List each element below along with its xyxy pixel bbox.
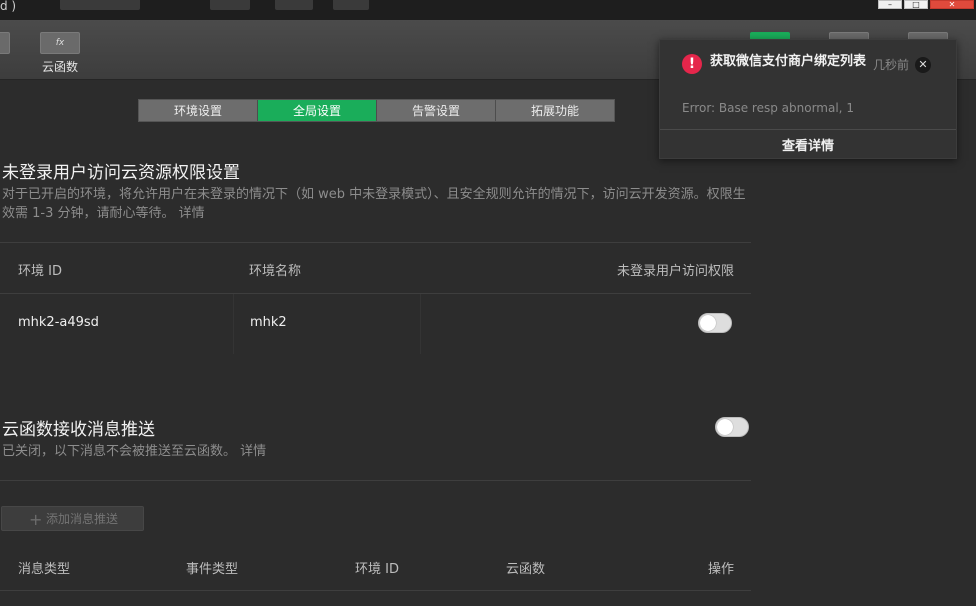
column-header-cloud-function: 云函数	[506, 562, 546, 577]
column-header-event-type: 事件类型	[186, 562, 239, 577]
push-section-title: 云函数接收消息推送	[2, 420, 155, 440]
tab-environment-settings[interactable]: 环境设置	[139, 100, 258, 121]
unauth-section-title: 未登录用户访问云资源权限设置	[2, 163, 240, 183]
unauth-section-desc: 对于已开启的环境，将允许用户在未登录的情况下（如 web 中未登录模式）、且安全…	[2, 185, 752, 223]
unauth-desc-line2: 效需 1-3 分钟，请耐心等待。	[2, 206, 175, 221]
push-detail-link[interactable]: 详情	[240, 444, 266, 459]
titlebar-menu-placeholder	[60, 0, 140, 10]
window-close-button[interactable]: ✕	[930, 0, 974, 9]
toggle-knob	[717, 419, 733, 435]
tab-alert-settings[interactable]: 告警设置	[377, 100, 496, 121]
tab-extensions[interactable]: 拓展功能	[496, 100, 614, 121]
error-icon: !	[682, 54, 702, 74]
divider	[0, 590, 751, 591]
column-header-unauth-access: 未登录用户访问权限	[617, 264, 735, 279]
column-header-env-name: 环境名称	[249, 264, 302, 279]
cloud-function-label: 云函数	[41, 60, 78, 74]
divider	[0, 480, 751, 481]
toggle-knob	[700, 315, 716, 331]
titlebar-menu-placeholder	[210, 0, 250, 10]
unauth-access-toggle[interactable]	[698, 313, 732, 333]
push-toggle[interactable]	[715, 417, 749, 437]
minimize-button[interactable]: –	[878, 0, 902, 9]
notification-title: 获取微信支付商户绑定列表	[710, 54, 867, 69]
window-title: d )	[0, 0, 17, 13]
view-details-button[interactable]: 查看详情	[660, 135, 956, 154]
error-notification: ! 获取微信支付商户绑定列表 几秒前 ✕ Error: Base resp ab…	[659, 39, 957, 159]
maximize-button[interactable]: □	[904, 0, 928, 9]
column-header-env-id: 环境 ID	[355, 562, 399, 577]
titlebar-menu-placeholder	[275, 0, 313, 10]
unauth-detail-link[interactable]: 详情	[179, 206, 205, 221]
toolbar-button-partial[interactable]	[0, 32, 10, 54]
notification-time: 几秒前	[873, 58, 910, 72]
settings-tabs: 环境设置 全局设置 告警设置 拓展功能	[138, 99, 615, 122]
titlebar-menu-placeholder	[333, 0, 369, 10]
notification-message: Error: Base resp abnormal, 1	[682, 101, 854, 115]
add-button-label: 添加消息推送	[46, 512, 119, 526]
divider	[0, 242, 751, 243]
column-header-message-type: 消息类型	[18, 562, 71, 577]
cloud-function-button[interactable]: fx	[40, 32, 80, 54]
column-header-env-id: 环境 ID	[18, 264, 62, 279]
unauth-desc-line1: 对于已开启的环境，将允许用户在未登录的情况下（如 web 中未登录模式）、且安全…	[2, 187, 746, 202]
window-titlebar: d ) – □ ✕	[0, 0, 976, 20]
column-divider	[233, 294, 234, 354]
column-header-actions: 操作	[708, 562, 735, 577]
divider	[0, 293, 751, 294]
notification-divider	[660, 129, 956, 130]
table-cell-env-id: mhk2-a49sd	[18, 315, 99, 330]
fx-icon: fx	[55, 38, 65, 48]
table-cell-env-name: mhk2	[250, 315, 287, 330]
tab-global-settings[interactable]: 全局设置	[258, 100, 377, 121]
add-message-push-button[interactable]: + 添加消息推送	[1, 506, 144, 531]
push-section-desc: 已关闭，以下消息不会被推送至云函数。 详情	[2, 442, 266, 461]
close-icon[interactable]: ✕	[915, 57, 931, 73]
push-desc-text: 已关闭，以下消息不会被推送至云函数。	[2, 444, 237, 459]
column-divider	[420, 294, 421, 354]
plus-icon: +	[29, 510, 43, 529]
